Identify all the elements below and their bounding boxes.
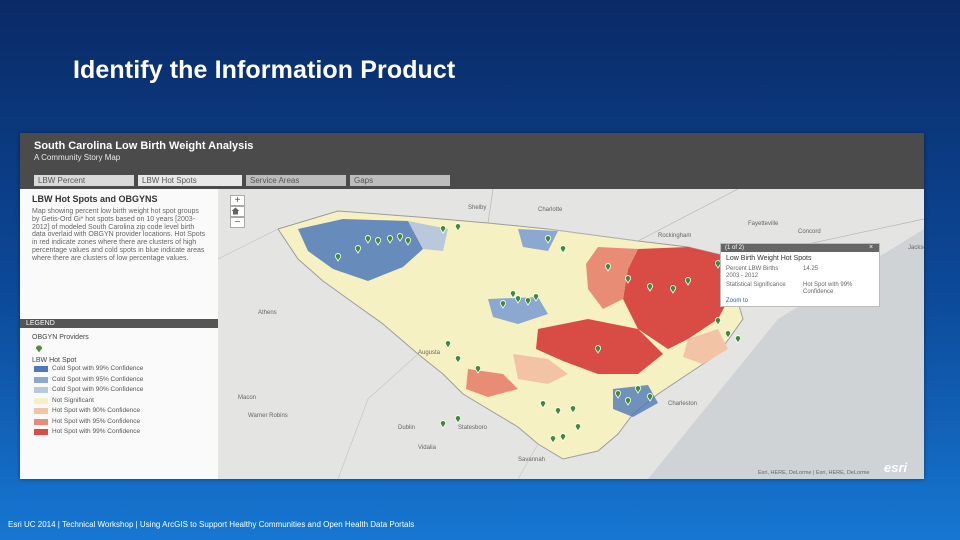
esri-logo: esri (884, 460, 908, 475)
app-header: South Carolina Low Birth Weight Analysis… (20, 133, 924, 189)
legend-swatch (34, 408, 48, 414)
city-label: Jacksonville (908, 245, 924, 251)
legend-item-label: Cold Spot with 99% Confidence (52, 365, 144, 372)
slide-footer: Esri UC 2014 | Technical Workshop | Usin… (8, 520, 415, 529)
slide-title: Identify the Information Product (73, 56, 456, 84)
city-label: Athens (258, 310, 277, 316)
city-label: Savannah (518, 457, 545, 463)
tab-lbw-percent[interactable]: LBW Percent (34, 175, 134, 186)
obgyn-marker-icon (35, 344, 43, 354)
city-label: Charleston (668, 401, 697, 407)
zoom-out-button[interactable]: − (230, 217, 245, 228)
obgyn-provider-marker (454, 415, 462, 424)
city-label: Fayetteville (748, 221, 779, 227)
popup-value-percent: 14.25 (803, 266, 819, 272)
popup-title: Low Birth Weight Hot Spots (726, 255, 812, 262)
legend-swatch (34, 418, 48, 425)
legend-swatch (34, 376, 48, 383)
city-label: Dublin (398, 425, 415, 431)
city-label: Charlotte (538, 207, 563, 213)
map-attribution: Esri, HERE, DeLorme | Esri, HERE, DeLorm… (758, 470, 870, 476)
popup-close-button[interactable]: × (869, 244, 873, 252)
map-popup: (1 of 2) × Low Birth Weight Hot Spots Pe… (720, 243, 880, 307)
legend-swatch (34, 397, 48, 404)
side-panel-heading: LBW Hot Spots and OBGYNS (32, 194, 158, 204)
legend-item-label: Hot Spot with 99% Confidence (52, 428, 141, 435)
legend-swatch (34, 387, 48, 393)
popup-zoom-link[interactable]: Zoom to (726, 298, 748, 304)
city-label: Rockingham (658, 233, 691, 239)
city-label: Shelby (468, 205, 486, 211)
city-label: Vidalia (418, 445, 437, 451)
app-title: South Carolina Low Birth Weight Analysis (34, 140, 254, 152)
city-label: Macon (238, 395, 256, 401)
city-label: Warner Robins (248, 413, 288, 419)
legend-providers-label: OBGYN Providers (32, 334, 89, 341)
app-subtitle: A Community Story Map (34, 153, 121, 162)
legend-item-label: Cold Spot with 95% Confidence (52, 375, 144, 383)
obgyn-provider-marker (734, 335, 742, 344)
legend-item-label: Not Significant (52, 396, 94, 404)
city-label: Statesboro (458, 425, 488, 431)
home-button[interactable] (230, 206, 245, 217)
popup-header: (1 of 2) × (721, 244, 879, 252)
tab-service-areas[interactable]: Service Areas (246, 175, 346, 186)
city-label: Concord (798, 229, 821, 235)
map-canvas[interactable]: Shelby Charlotte Rockingham Fayetteville Con… (218, 189, 924, 479)
tab-gaps[interactable]: Gaps (350, 175, 450, 186)
side-panel-description: Map showing percent low birth weight hot… (32, 208, 206, 262)
tab-lbw-hot-spots[interactable]: LBW Hot Spots (138, 175, 242, 186)
zoom-in-button[interactable]: + (230, 195, 245, 206)
popup-counter: (1 of 2) (725, 245, 745, 251)
legend-item-label: Hot Spot with 95% Confidence (52, 417, 141, 425)
popup-field-significance: Statistical Significance (726, 282, 786, 288)
legend-hotspot-label: LBW Hot Spot (32, 357, 77, 364)
legend-swatch (34, 366, 48, 372)
legend-item-label: Hot Spot with 90% Confidence (52, 407, 141, 414)
map-view[interactable]: Shelby Charlotte Rockingham Fayetteville Con… (218, 189, 924, 479)
popup-years: 2003 - 2012 (726, 273, 759, 279)
story-map-screenshot: South Carolina Low Birth Weight Analysis… (20, 133, 924, 479)
city-label: Augusta (418, 350, 441, 356)
popup-field-percent: Percent LBW Births (726, 266, 779, 272)
legend-swatch (34, 429, 48, 435)
obgyn-provider-marker (439, 420, 447, 429)
home-icon (231, 207, 240, 215)
legend-item-label: Cold Spot with 90% Confidence (52, 386, 144, 393)
popup-value-significance: Hot Spot with 99% Confidence (803, 282, 853, 295)
legend-header[interactable]: LEGEND (20, 319, 218, 328)
side-panel: LBW Hot Spots and OBGYNS Map showing per… (20, 189, 218, 479)
